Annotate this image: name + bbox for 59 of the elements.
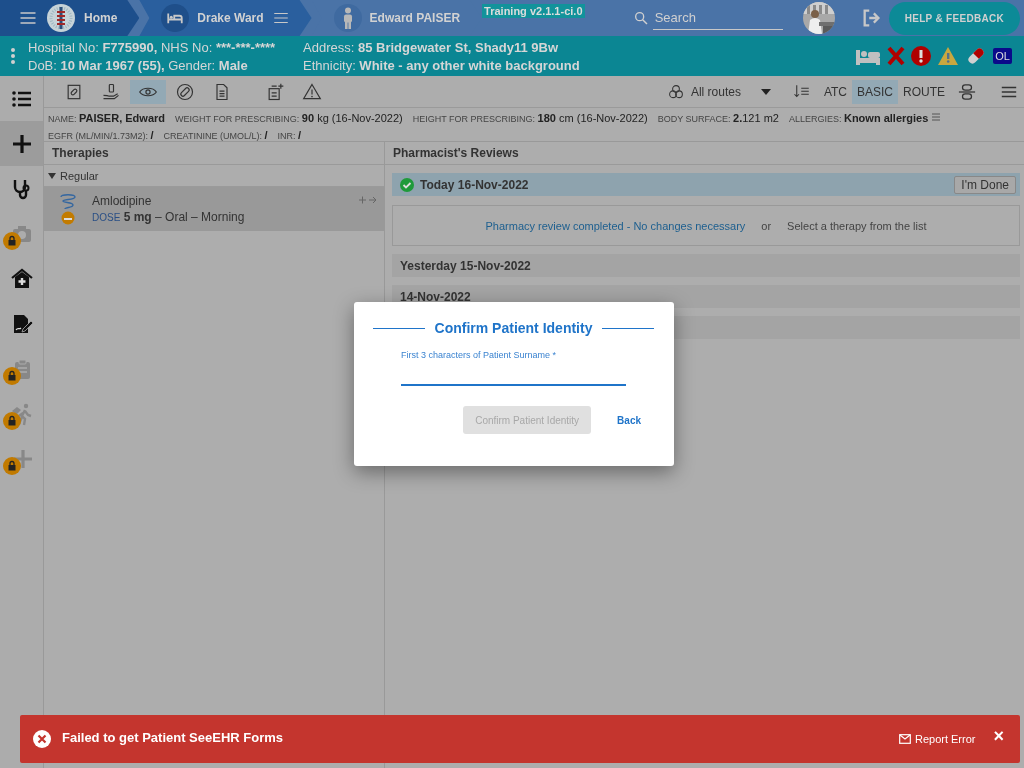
done-button[interactable]: I'm Done bbox=[954, 175, 1016, 194]
patient-info-item: HEIGHT FOR PRESCRIBING: 180 cm (16-Nov-2022) bbox=[412, 111, 648, 126]
error-message: Failed to get Patient SeeEHR Forms bbox=[62, 729, 284, 745]
therapy-name: Amlodipine bbox=[92, 194, 153, 208]
patient-info-item: ALLERGIES: Known allergies bbox=[788, 110, 942, 127]
caret-down-icon bbox=[48, 171, 56, 180]
toolbar-button[interactable] bbox=[130, 79, 166, 104]
ward-label[interactable]: Drake Ward bbox=[197, 11, 264, 25]
search-icon bbox=[632, 10, 649, 26]
nav-item[interactable] bbox=[0, 121, 43, 166]
close-button[interactable]: × bbox=[993, 725, 1004, 747]
patient-detail: Address: 85 Bridgewater St, Shady11 9Bw bbox=[303, 39, 560, 55]
patient-info-item: INR: / bbox=[277, 128, 302, 143]
patient-label[interactable]: Edward PAISER bbox=[369, 11, 461, 25]
version-badge: Training v2.1.1-ci.0 bbox=[482, 4, 585, 18]
hint-text: Select a therapy from the list bbox=[787, 219, 927, 232]
ward-crumb[interactable]: Drake Ward bbox=[139, 0, 312, 36]
medication-icon bbox=[58, 193, 78, 225]
warning-icon bbox=[302, 81, 322, 102]
patient-info-item: WEIGHT FOR PRESCRIBING: 90 kg (16-Nov-2022) bbox=[175, 111, 403, 126]
panel-header: Therapies bbox=[44, 142, 384, 165]
check-icon bbox=[400, 177, 414, 192]
therapy-dose: DOSE 5 mg – Oral – Morning bbox=[92, 210, 245, 224]
panel-header: Pharmacist's Reviews bbox=[385, 142, 1024, 165]
more-icon[interactable] bbox=[10, 47, 16, 65]
home-crumb[interactable]: Home bbox=[0, 0, 140, 36]
caret-icon[interactable] bbox=[760, 88, 771, 95]
pill-icon bbox=[175, 81, 195, 102]
review-complete-link[interactable]: Pharmacy review completed - No changes necessary bbox=[485, 219, 746, 232]
or-text: or bbox=[761, 219, 772, 232]
split-icon[interactable] bbox=[958, 82, 976, 101]
patient-info-item: NAME: PAISER, Edward bbox=[48, 111, 165, 126]
patient-info-item: BODY SURFACE: 2.121 m2 bbox=[657, 111, 779, 126]
emblem-icon bbox=[46, 3, 76, 33]
patient-detail: DoB: 10 Mar 1967 (55), Gender: Male bbox=[28, 57, 249, 73]
back-button[interactable]: Back bbox=[611, 413, 647, 427]
exclamation-icon[interactable] bbox=[911, 46, 932, 66]
circles-icon bbox=[666, 82, 685, 101]
view-tab[interactable]: BASIC bbox=[852, 79, 898, 104]
review-day-row[interactable]: Today 16-Nov-2022 I'm Done bbox=[392, 173, 1020, 196]
hand-bottle-icon bbox=[101, 81, 121, 102]
medical-house-icon bbox=[9, 266, 34, 291]
envelope-icon bbox=[898, 734, 911, 744]
report-error-button[interactable]: Report Error bbox=[892, 732, 982, 746]
dialog-title: Confirm Patient Identity bbox=[373, 320, 654, 336]
patient-info-item: EGFR (ML/MIN/1.73M2): / bbox=[48, 128, 154, 143]
patient-detail: Ethnicity: White - any other white background bbox=[303, 57, 580, 73]
view-tab[interactable]: ROUTE bbox=[898, 79, 950, 104]
search-field[interactable]: Search bbox=[652, 6, 783, 30]
review-day-row[interactable]: Yesterday 15-Nov-2022 bbox=[392, 254, 1020, 277]
route-filter-dropdown[interactable]: All routes bbox=[660, 81, 761, 102]
error-icon bbox=[32, 729, 52, 749]
therapy-row[interactable]: Amlodipine DOSE 5 mg – Oral – Morning bbox=[44, 187, 384, 231]
field-label: First 3 characters of Patient Surname * bbox=[401, 350, 558, 360]
patient-detail: Hospital No: F775990, NHS No: ***-***-**** bbox=[28, 39, 277, 55]
home-label[interactable]: Home bbox=[84, 11, 118, 25]
alert-badge[interactable]: OL bbox=[993, 48, 1012, 64]
view-tab[interactable]: ATC bbox=[818, 79, 852, 104]
patient-info-item: CREATININE (UMOL/L): / bbox=[163, 128, 268, 143]
